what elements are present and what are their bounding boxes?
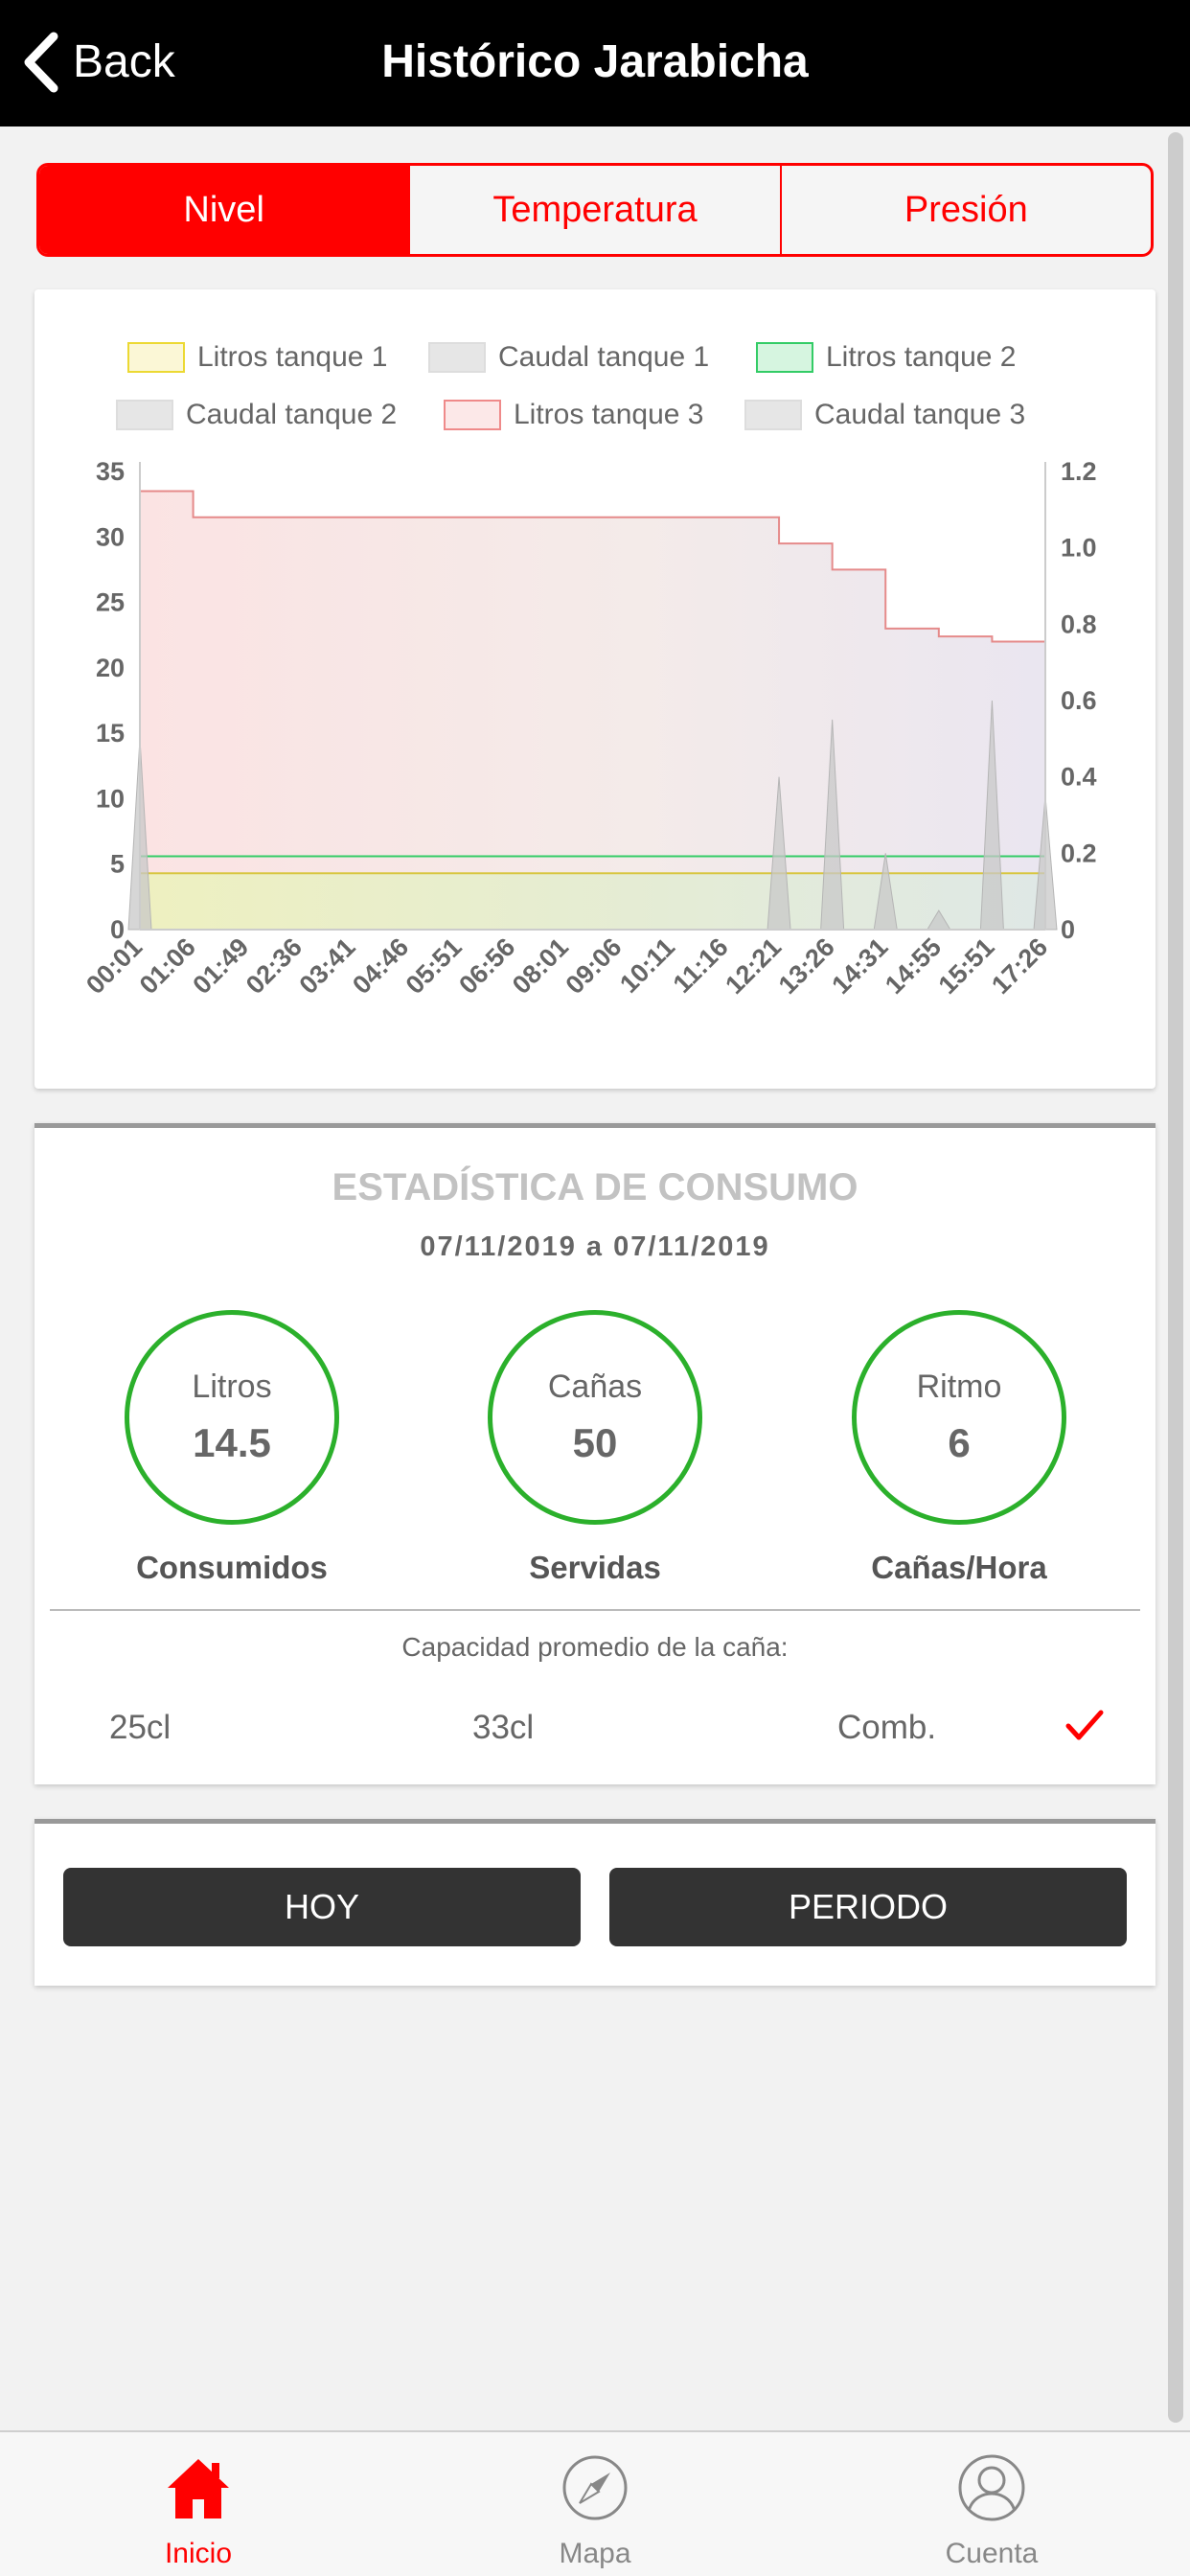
nav-inicio[interactable]: Inicio xyxy=(55,2432,342,2576)
nav-label: Mapa xyxy=(559,2538,631,2569)
stat-label: Cañas xyxy=(547,1368,643,1405)
stat-caption: Servidas xyxy=(529,1550,661,1585)
legend-swatch-litros-tanque-3 xyxy=(444,400,501,430)
capacity-label: Capacidad promedio de la caña: xyxy=(401,1632,789,1662)
capacity-option-comb[interactable]: Comb. xyxy=(837,1709,936,1747)
y-tick-right: 0.6 xyxy=(1061,686,1097,715)
date-range-buttons-card: HOY PERIODO xyxy=(34,1819,1156,1986)
x-tick-label: 11:16 xyxy=(668,932,734,999)
x-tick-label: 02:36 xyxy=(240,932,308,1000)
checkmark-icon xyxy=(1065,1710,1104,1740)
divider xyxy=(50,1609,1140,1611)
x-tick-label: 14:55 xyxy=(880,932,947,1000)
y-tick-left: 25 xyxy=(96,588,125,617)
x-tick-label: 14:31 xyxy=(826,932,893,1000)
series-area-litros-tanque-3 xyxy=(140,491,1045,930)
x-tick-label: 09:06 xyxy=(560,932,627,1000)
stat-label: Litros xyxy=(192,1368,272,1405)
legend-label-litros-tanque-2: Litros tanque 2 xyxy=(826,341,1016,373)
stat-value: 6 xyxy=(948,1420,971,1465)
legend-label-litros-tanque-1: Litros tanque 1 xyxy=(197,341,387,373)
stat-circle-litros: Litros 14.5 xyxy=(125,1310,339,1525)
user-icon xyxy=(958,2454,1025,2521)
stats-date-range: 07/11/2019 a 07/11/2019 xyxy=(420,1231,770,1262)
x-tick-label: 12:21 xyxy=(720,932,787,1000)
today-button[interactable]: HOY xyxy=(63,1868,581,1946)
legend-label-caudal-tanque-1: Caudal tanque 1 xyxy=(498,341,709,373)
x-tick-label: 04:46 xyxy=(347,932,414,1000)
y-tick-right: 0.4 xyxy=(1061,763,1097,792)
y-tick-left: 5 xyxy=(110,850,125,879)
x-tick-label: 06:56 xyxy=(453,932,520,1000)
y-tick-right: 1.2 xyxy=(1061,457,1097,486)
x-tick-label: 10:11 xyxy=(614,932,680,999)
legend-swatch-litros-tanque-1 xyxy=(127,342,185,373)
legend-swatch-litros-tanque-2 xyxy=(756,342,813,373)
y-tick-left: 35 xyxy=(96,457,125,486)
legend-label-caudal-tanque-2: Caudal tanque 2 xyxy=(186,399,397,430)
tab-presion[interactable]: Presión xyxy=(779,166,1151,254)
capacity-option-25cl[interactable]: 25cl xyxy=(109,1709,171,1747)
stat-label: Ritmo xyxy=(916,1368,1002,1405)
bottom-nav: Inicio Mapa Cuenta xyxy=(0,2430,1190,2576)
nav-mapa[interactable]: Mapa xyxy=(451,2432,739,2576)
capacity-option-33cl[interactable]: 33cl xyxy=(472,1709,534,1747)
legend-swatch-caudal-tanque-1 xyxy=(428,342,486,373)
x-tick-label: 01:06 xyxy=(134,932,201,1000)
stat-circle-ritmo: Ritmo 6 xyxy=(852,1310,1066,1525)
page-title: Histórico Jarabicha xyxy=(381,36,809,87)
nav-cuenta[interactable]: Cuenta xyxy=(848,2432,1135,2576)
legend-label-caudal-tanque-3: Caudal tanque 3 xyxy=(814,399,1025,430)
legend-swatch-caudal-tanque-3 xyxy=(744,400,802,430)
stat-caption: Consumidos xyxy=(136,1550,328,1585)
legend-label-litros-tanque-3: Litros tanque 3 xyxy=(514,399,703,430)
y-tick-left: 10 xyxy=(96,784,125,813)
header-bar: Back Histórico Jarabicha xyxy=(0,0,1190,126)
x-tick-label: 03:41 xyxy=(294,932,361,1000)
consumption-stats-card: ESTADÍSTICA DE CONSUMO 07/11/2019 a 07/1… xyxy=(34,1123,1156,1784)
x-tick-label: 13:26 xyxy=(773,932,840,1000)
x-tick-label: 15:51 xyxy=(933,932,1000,1000)
stats-title: ESTADÍSTICA DE CONSUMO xyxy=(332,1166,858,1208)
legend-swatch-caudal-tanque-2 xyxy=(116,400,173,430)
x-tick-label: 05:51 xyxy=(400,932,468,1000)
segmented-tabs: Nivel Temperatura Presión xyxy=(36,163,1154,257)
stat-value: 14.5 xyxy=(193,1420,271,1465)
level-chart: Litros tanque 1 Caudal tanque 1 Litros tan… xyxy=(80,341,1097,1000)
y-tick-right: 0 xyxy=(1061,915,1075,944)
stat-circle-canas: Cañas 50 xyxy=(488,1310,702,1525)
y-tick-left: 20 xyxy=(96,654,125,682)
x-tick-label: 08:01 xyxy=(507,932,574,1000)
x-tick-label: 17:26 xyxy=(986,932,1053,1000)
x-tick-label: 01:49 xyxy=(187,932,254,1000)
stat-caption: Cañas/Hora xyxy=(871,1550,1047,1585)
compass-icon xyxy=(562,2455,628,2520)
y-tick-right: 0.8 xyxy=(1061,610,1097,638)
stat-value: 50 xyxy=(572,1420,618,1465)
tab-nivel[interactable]: Nivel xyxy=(39,166,409,254)
y-tick-left: 15 xyxy=(96,719,125,748)
y-tick-right: 0.2 xyxy=(1061,839,1097,867)
scrollbar[interactable] xyxy=(1168,132,1183,2423)
tab-temperatura[interactable]: Temperatura xyxy=(408,166,779,254)
nav-label: Cuenta xyxy=(945,2538,1039,2569)
series-area-litros-tanque-1 xyxy=(140,873,1045,930)
period-button[interactable]: PERIODO xyxy=(609,1868,1127,1946)
nav-label: Inicio xyxy=(164,2538,233,2569)
chart-card: Litros tanque 1 Caudal tanque 1 Litros tan… xyxy=(34,289,1156,1089)
y-tick-right: 1.0 xyxy=(1061,534,1097,563)
home-icon xyxy=(168,2459,229,2518)
y-tick-left: 30 xyxy=(96,522,125,551)
